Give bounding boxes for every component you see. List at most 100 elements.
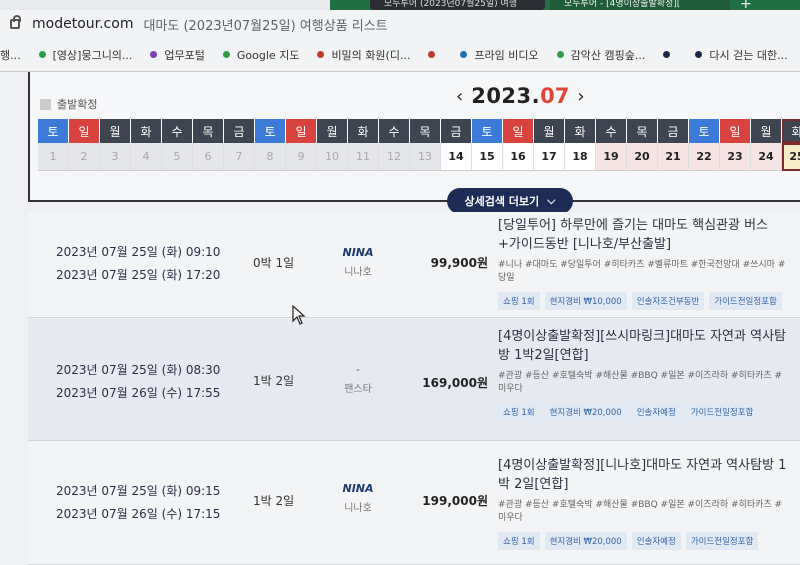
- price: 199,000원: [422, 494, 488, 508]
- badge: 현지경비 ₩20,000: [544, 532, 627, 550]
- weekday-header: 토: [689, 119, 720, 143]
- weekday-header: 화: [131, 119, 162, 143]
- bookmark-label: 업무포털: [164, 48, 205, 62]
- bookmark-favicon-icon: [150, 51, 158, 58]
- url-host: modetour.com: [32, 16, 134, 32]
- badge: 가이드전일정포함: [709, 292, 782, 310]
- weekday-header: 목: [193, 119, 224, 143]
- duration: 1박 2일: [253, 374, 295, 388]
- duration: 0박 1일: [253, 256, 295, 270]
- bookmark-label: 행...: [0, 48, 21, 62]
- more-search-button[interactable]: 상세검색 더보기 ⌵: [447, 188, 573, 214]
- calendar-day: 4: [131, 143, 162, 171]
- product-info: [4명이상출발확정][쓰시마링크]대마도 자연과 역사탐방 1박2일[연합] #…: [498, 327, 788, 421]
- address-bar[interactable]: modetour.com 대마도 (2023년07월25일) 여행상품 리스트: [0, 10, 800, 38]
- badge: 쇼핑 1회: [498, 403, 540, 421]
- weekday-header: 수: [162, 119, 193, 143]
- calendar-day: 8: [255, 143, 286, 171]
- bookmark-favicon-icon: [460, 51, 468, 58]
- weekday-header: 월: [100, 119, 131, 143]
- calendar-day: 7: [224, 143, 255, 171]
- product-title[interactable]: [당일투어] 하루만에 즐기는 대마도 핵심관광 버스+가이드동반 [니나호/부…: [498, 216, 788, 254]
- product-tags: #니나 #대마도 #당일투어 #히타카츠 #벨류마트 #한국전망대 #쓰시마 #…: [498, 260, 786, 283]
- chevron-down-icon: ⌵: [547, 194, 556, 207]
- product-badges: 쇼핑 1회 현지경비 ₩10,000 인솔자조건부동반 가이드전일정포함: [498, 292, 788, 310]
- bookmark-item[interactable]: 다시 걷는 대한...: [695, 47, 788, 63]
- badge: 인솔자예정: [631, 403, 681, 421]
- weekday-header: 토: [38, 119, 69, 143]
- calendar-day[interactable]: 19: [596, 143, 627, 171]
- return-time: 2023년 07월 26일 (수) 17:55: [56, 386, 221, 400]
- bookmark-item[interactable]: [영상]뭉그니의...: [38, 47, 132, 63]
- weekday-header: 일: [286, 119, 317, 143]
- bookmark-item[interactable]: 프라임 비디오: [460, 47, 539, 63]
- weekday-header: 금: [658, 119, 689, 143]
- month-number: 07: [540, 84, 570, 108]
- duration: 1박 2일: [253, 494, 295, 508]
- calendar-day[interactable]: 22: [689, 143, 720, 171]
- product-title[interactable]: [4명이상출발확정][쓰시마링크]대마도 자연과 역사탐방 1박2일[연합]: [498, 327, 788, 365]
- weekday-header: 월: [534, 119, 565, 143]
- product-badges: 쇼핑 1회 현지경비 ₩20,000 인솔자예정 가이드전일정포함: [498, 403, 788, 421]
- more-search-label: 상세검색 더보기: [464, 195, 540, 208]
- bookmark-item[interactable]: [428, 51, 442, 58]
- bookmark-label: Google 지도: [236, 48, 300, 62]
- product-info: [4명이상출발확정][니나호]대마도 자연과 역사탐방 1박 2일[연합] #관…: [498, 456, 788, 550]
- airline: - 팬스타: [333, 363, 383, 395]
- calendar-day-selected[interactable]: 25: [782, 143, 800, 171]
- bookmark-item[interactable]: 행...: [0, 47, 21, 63]
- tab-active[interactable]: 모두투어 (2023년07월25일) 여행: [370, 0, 545, 10]
- weekday-header: 일: [720, 119, 751, 143]
- schedule: 2023년 07월 25일 (화) 09:15 2023년 07월 26일 (수…: [56, 480, 220, 526]
- browser-chrome: 모두투어 (2023년07월25일) 여행 모두투어 - [4명이상출발확정][…: [0, 0, 800, 38]
- calendar-weekday-row: 토일월화수목금토일월화수목금토일월화수목금토일월화: [38, 119, 800, 143]
- mouse-cursor-icon: [292, 305, 306, 325]
- bookmark-item[interactable]: [663, 51, 677, 58]
- calendar-day[interactable]: 20: [627, 143, 658, 171]
- bookmark-item[interactable]: Google 지도: [222, 47, 300, 63]
- depart-time: 2023년 07월 25일 (화) 09:15: [56, 484, 221, 498]
- product-row[interactable]: 2023년 07월 25일 (화) 09:10 2023년 07월 25일 (화…: [28, 212, 800, 318]
- calendar-day: 12: [379, 143, 410, 171]
- product-row[interactable]: 2023년 07월 25일 (화) 09:15 2023년 07월 26일 (수…: [28, 442, 800, 565]
- bookmark-favicon-icon: [38, 51, 46, 58]
- schedule: 2023년 07월 25일 (화) 09:10 2023년 07월 25일 (화…: [56, 241, 220, 287]
- product-title[interactable]: [4명이상출발확정][니나호]대마도 자연과 역사탐방 1박 2일[연합]: [498, 456, 788, 494]
- badge: 현지경비 ₩10,000: [544, 292, 627, 310]
- bookmark-item[interactable]: 감악산 캠핑숲...: [556, 47, 645, 63]
- product-badges: 쇼핑 1회 현지경비 ₩20,000 인솔자예정 가이드전일정포함: [498, 532, 788, 550]
- calendar-day[interactable]: 17: [534, 143, 565, 171]
- weekday-header: 토: [255, 119, 286, 143]
- calendar-panel: 출발확정 ‹ 2023. 07 › 토일월화수목금토일월화수목금토일월화수목금토…: [28, 72, 800, 202]
- bookmarks-bar: 행... [영상]뭉그니의... 업무포털 Google 지도 비밀의 화원(디... 프…: [0, 38, 800, 72]
- badge: 쇼핑 1회: [498, 532, 540, 550]
- month-nav: ‹ 2023. 07 ›: [448, 84, 593, 108]
- airline-name: 니나호: [344, 503, 372, 514]
- weekday-header: 금: [441, 119, 472, 143]
- badge: 가이드전일정포함: [685, 403, 759, 421]
- calendar-day-row: 1 2 3 4 5 6 7 8 9 10 11 12 13 14 15 16 17 18 19 20 21 22 23 24 2…: [38, 143, 800, 171]
- tab-other[interactable]: 모두투어 - [4명이상출발확정][: [550, 0, 730, 10]
- calendar-day[interactable]: 18: [565, 143, 596, 171]
- calendar-day[interactable]: 15: [472, 143, 503, 171]
- legend: 출발확정: [40, 96, 97, 112]
- bookmark-item[interactable]: 비밀의 화원(디...: [317, 47, 410, 63]
- bookmark-favicon-icon: [428, 51, 436, 58]
- calendar-day[interactable]: 21: [658, 143, 689, 171]
- calendar-day[interactable]: 23: [720, 143, 751, 171]
- badge: 현지경비 ₩20,000: [544, 403, 627, 421]
- url-title: 대마도 (2023년07월25일) 여행상품 리스트: [143, 18, 388, 34]
- prev-month-button[interactable]: ‹: [448, 86, 471, 107]
- calendar-day[interactable]: 24: [751, 143, 782, 171]
- product-row[interactable]: 2023년 07월 25일 (화) 08:30 2023년 07월 26일 (수…: [28, 319, 800, 441]
- next-month-button[interactable]: ›: [569, 86, 592, 107]
- month-year: 2023.: [471, 84, 541, 108]
- weekday-header: 목: [627, 119, 658, 143]
- calendar-day[interactable]: 14: [441, 143, 472, 171]
- weekday-header: 화: [782, 119, 800, 143]
- bookmark-item[interactable]: 업무포털: [150, 47, 205, 63]
- schedule: 2023년 07월 25일 (화) 08:30 2023년 07월 26일 (수…: [56, 359, 220, 405]
- bookmark-favicon-icon: [222, 51, 230, 58]
- calendar-day[interactable]: 16: [503, 143, 534, 171]
- weekday-header: 목: [410, 119, 441, 143]
